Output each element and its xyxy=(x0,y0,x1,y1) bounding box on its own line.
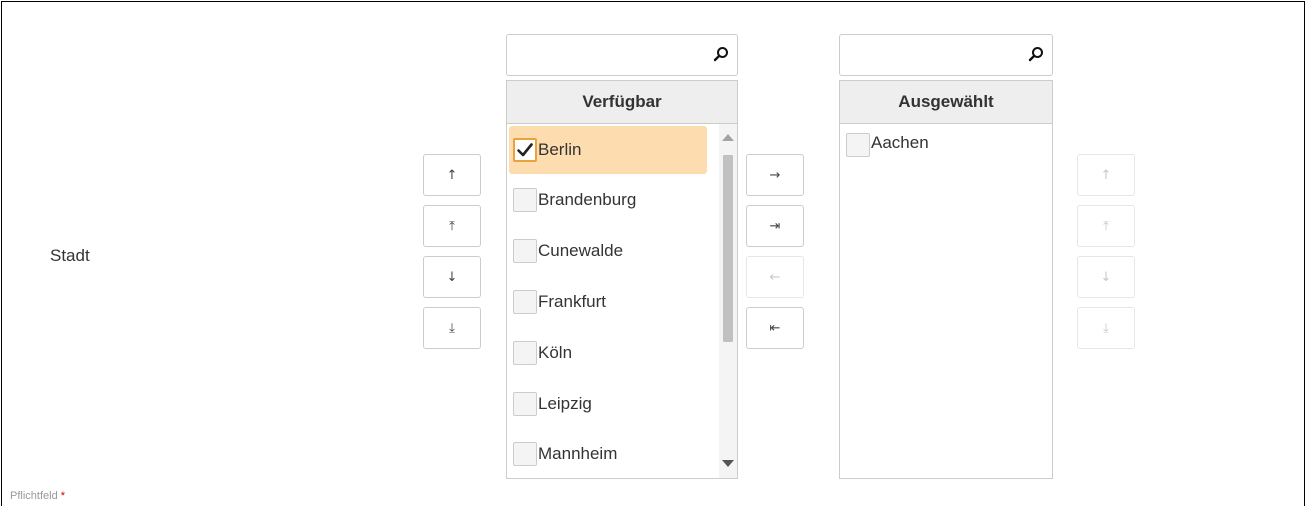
item-checkbox[interactable] xyxy=(513,392,537,416)
item-label: Frankfurt xyxy=(538,292,607,311)
move-to-bottom-button[interactable]: ⤓ xyxy=(423,307,481,349)
field-label: Stadt xyxy=(50,246,90,265)
selected-list: Ausgewählt Aachen xyxy=(839,80,1053,479)
arrow-to-bottom-icon: ⤓ xyxy=(1103,320,1109,336)
selected-move-up-button[interactable]: ↑ xyxy=(1077,154,1135,196)
selected-search-input[interactable] xyxy=(840,35,1052,75)
scroll-down-arrow-icon[interactable] xyxy=(722,460,734,467)
list-item-aachen[interactable]: Aachen xyxy=(842,124,1048,170)
item-label: Aachen xyxy=(871,133,929,152)
item-label: Berlin xyxy=(538,140,582,159)
arrow-right-icon: → xyxy=(769,167,781,183)
available-list-header: Verfügbar xyxy=(507,81,737,124)
move-selected-left-button[interactable]: ← xyxy=(746,256,804,298)
selected-list-header: Ausgewählt xyxy=(840,81,1052,124)
arrow-to-top-icon: ⤒ xyxy=(1103,218,1109,234)
required-note-text: Pflichtfeld xyxy=(10,490,58,502)
move-to-top-button[interactable]: ⤒ xyxy=(423,205,481,247)
list-item-leipzig[interactable]: Leipzig xyxy=(509,380,707,428)
arrow-left-to-bar-icon: ⇤ xyxy=(769,320,781,336)
selected-search xyxy=(839,34,1053,76)
required-field-note: Pflichtfeld * xyxy=(10,490,65,502)
item-label: Leipzig xyxy=(538,394,592,413)
list-item-brandenburg[interactable]: Brandenburg xyxy=(509,176,707,224)
list-item-berlin[interactable]: Berlin xyxy=(509,126,707,174)
available-search xyxy=(506,34,738,76)
arrow-to-bottom-icon: ⤓ xyxy=(449,320,455,336)
scrollbar[interactable] xyxy=(719,124,737,478)
arrow-up-icon: ↑ xyxy=(446,167,458,183)
item-checkbox[interactable] xyxy=(846,133,870,157)
item-checkbox[interactable] xyxy=(513,341,537,365)
scroll-up-arrow-icon[interactable] xyxy=(722,134,734,141)
list-item-koeln[interactable]: Köln xyxy=(509,329,707,377)
available-list-body[interactable]: Berlin Brandenburg Cunewalde Frankfurt K… xyxy=(507,124,737,478)
move-down-button[interactable]: ↓ xyxy=(423,256,481,298)
arrow-left-icon: ← xyxy=(769,269,781,285)
list-item-cunewalde[interactable]: Cunewalde xyxy=(509,227,707,275)
selected-move-to-top-button[interactable]: ⤒ xyxy=(1077,205,1135,247)
arrow-down-icon: ↓ xyxy=(1100,269,1112,285)
item-checkbox[interactable] xyxy=(513,442,537,466)
scrollbar-thumb[interactable] xyxy=(723,155,733,342)
list-item-mannheim[interactable]: Mannheim xyxy=(509,430,707,478)
magnifier-icon[interactable] xyxy=(711,44,731,64)
selected-list-body[interactable]: Aachen xyxy=(840,124,1052,478)
list-item-frankfurt[interactable]: Frankfurt xyxy=(509,278,707,326)
required-mark: * xyxy=(60,490,66,502)
item-label: Cunewalde xyxy=(538,241,624,260)
available-search-input[interactable] xyxy=(507,35,737,75)
item-checkbox[interactable] xyxy=(513,188,537,212)
available-list: Verfügbar Berlin Brandenburg Cunewalde F… xyxy=(506,80,738,479)
selected-move-down-button[interactable]: ↓ xyxy=(1077,256,1135,298)
selected-move-to-bottom-button[interactable]: ⤓ xyxy=(1077,307,1135,349)
item-label: Köln xyxy=(538,343,573,362)
item-checkbox[interactable] xyxy=(513,290,537,314)
move-all-right-button[interactable]: ⇥ xyxy=(746,205,804,247)
item-checkbox[interactable] xyxy=(513,239,537,263)
arrow-down-icon: ↓ xyxy=(446,269,458,285)
item-label: Brandenburg xyxy=(538,190,637,209)
item-label: Mannheim xyxy=(538,444,618,463)
arrow-right-to-bar-icon: ⇥ xyxy=(769,218,781,234)
move-all-left-button[interactable]: ⇤ xyxy=(746,307,804,349)
item-checkbox[interactable] xyxy=(513,138,537,162)
arrow-to-top-icon: ⤒ xyxy=(449,218,455,234)
move-up-button[interactable]: ↑ xyxy=(423,154,481,196)
move-selected-right-button[interactable]: → xyxy=(746,154,804,196)
magnifier-icon[interactable] xyxy=(1026,44,1046,64)
arrow-up-icon: ↑ xyxy=(1100,167,1112,183)
checkmark-icon xyxy=(517,143,533,157)
